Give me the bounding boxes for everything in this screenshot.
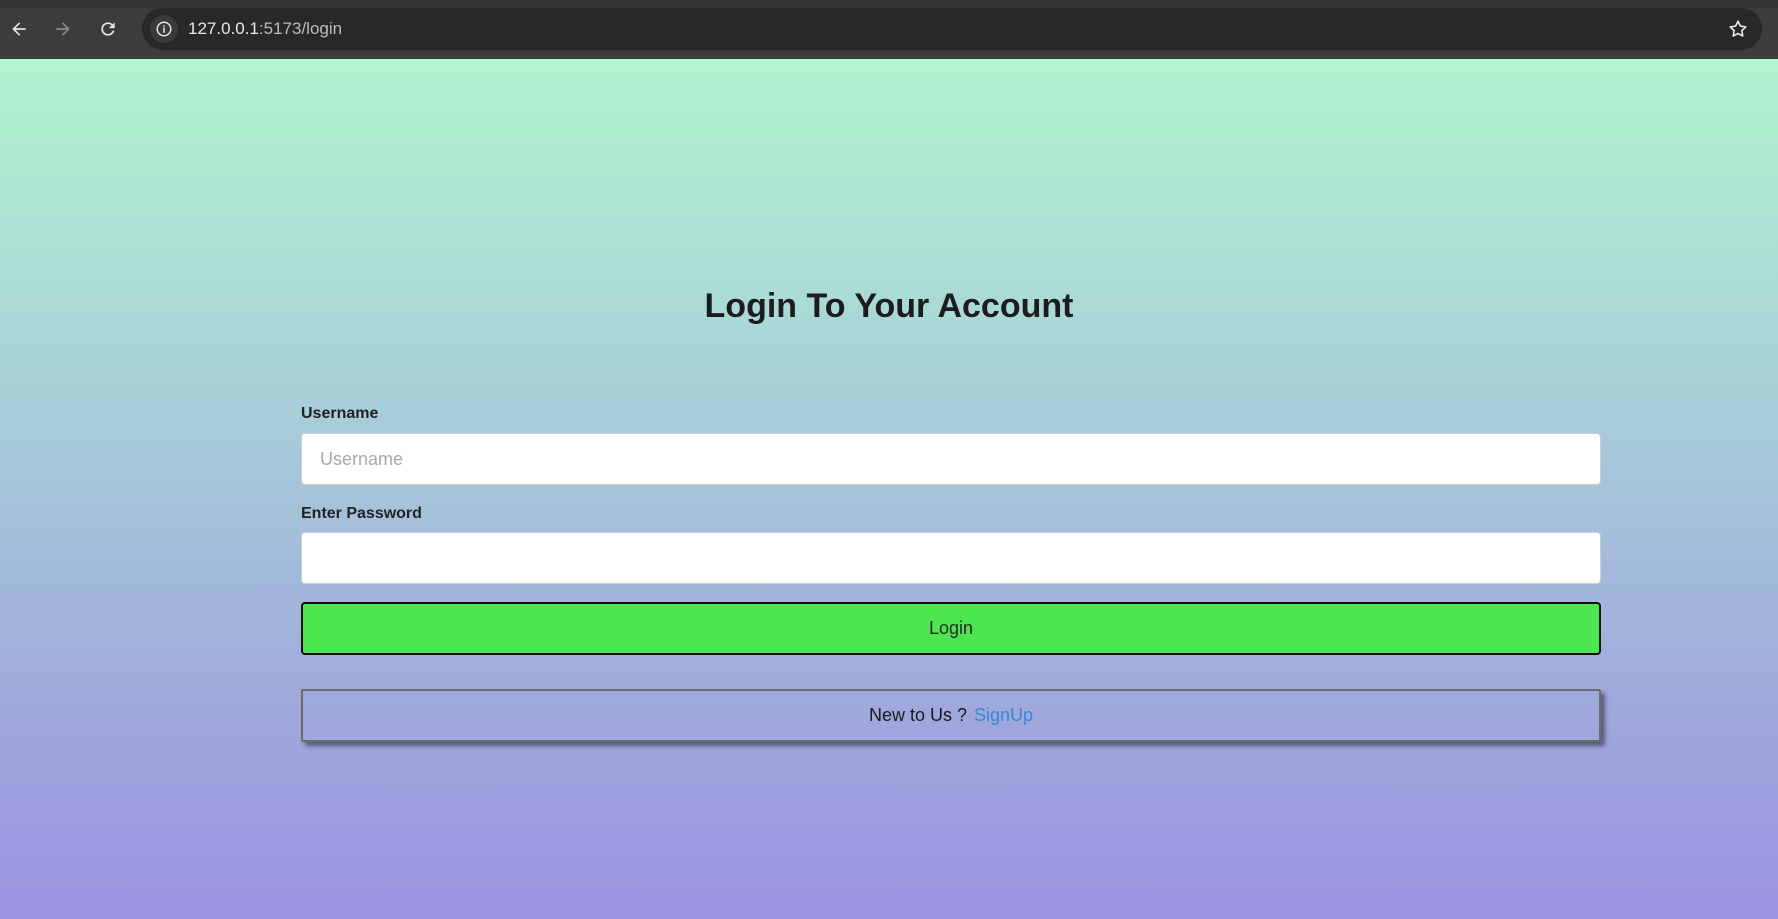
back-button[interactable] xyxy=(4,14,34,44)
signup-prompt-box: New to Us ? SignUp xyxy=(301,689,1601,742)
reload-icon xyxy=(101,22,115,36)
username-input[interactable] xyxy=(301,433,1601,485)
tab-strip-edge xyxy=(0,0,1778,8)
star-outline-icon xyxy=(1729,20,1747,37)
bookmark-star-icon[interactable] xyxy=(1726,17,1750,41)
login-button[interactable]: Login xyxy=(301,602,1601,655)
url-path: :5173/login xyxy=(258,19,343,38)
password-input[interactable] xyxy=(301,532,1601,584)
info-circle-icon xyxy=(156,21,172,37)
forward-button[interactable] xyxy=(48,14,78,44)
url-text[interactable]: 127.0.0.1:5173/login xyxy=(188,19,342,39)
username-label: Username xyxy=(301,405,379,422)
login-page: Login To Your Account Username Enter Pas… xyxy=(0,59,1778,919)
browser-toolbar: 127.0.0.1:5173/login xyxy=(0,0,1778,59)
site-info-icon[interactable] xyxy=(150,15,178,43)
signup-link[interactable]: SignUp xyxy=(974,705,1033,726)
reload-button[interactable] xyxy=(93,14,123,44)
address-bar[interactable]: 127.0.0.1:5173/login xyxy=(142,8,1762,50)
page-title: Login To Your Account xyxy=(704,287,1074,325)
arrow-left-icon xyxy=(12,22,26,36)
password-label: Enter Password xyxy=(301,505,422,522)
signup-prompt-text: New to Us ? xyxy=(868,705,967,725)
url-host: 127.0.0.1 xyxy=(188,19,259,38)
arrow-right-icon xyxy=(56,22,70,36)
